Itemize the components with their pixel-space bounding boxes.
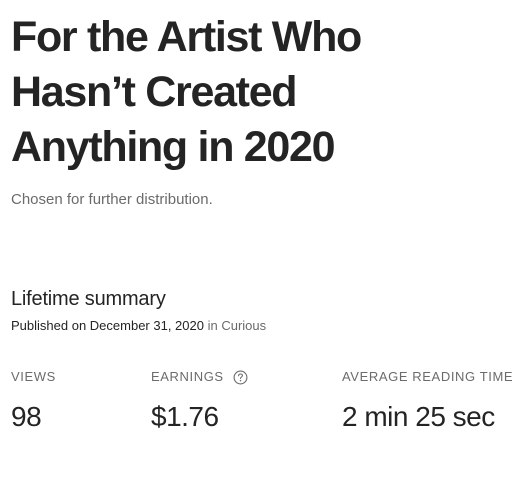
distribution-note: Chosen for further distribution. (11, 191, 213, 208)
views-label: VIEWS (11, 369, 56, 384)
reading-time-value: 2 min 25 sec (342, 401, 495, 432)
earnings-value: $1.76 (151, 401, 219, 432)
views-stat: VIEWS 98 (11, 368, 56, 434)
published-date: Published on December 31, 2020 (11, 318, 204, 333)
reading-time-label: AVERAGE READING TIME (342, 369, 514, 384)
story-title: For the Artist Who Hasn’t Created Anythi… (11, 13, 362, 171)
reading-time-stat: AVERAGE READING TIME 2 min 25 sec (342, 368, 513, 434)
earnings-label: EARNINGS (151, 369, 224, 384)
earnings-stat: EARNINGS $1.76 (151, 368, 248, 434)
question-circle-icon[interactable] (233, 370, 248, 385)
views-value: 98 (11, 401, 42, 432)
publication-link[interactable]: Curious (221, 318, 266, 333)
earnings-label-row: EARNINGS (151, 368, 248, 386)
lifetime-summary-heading: Lifetime summary (11, 288, 166, 310)
published-in-word: in (207, 318, 218, 333)
published-line: Published on December 31, 2020 in Curiou… (11, 317, 266, 335)
